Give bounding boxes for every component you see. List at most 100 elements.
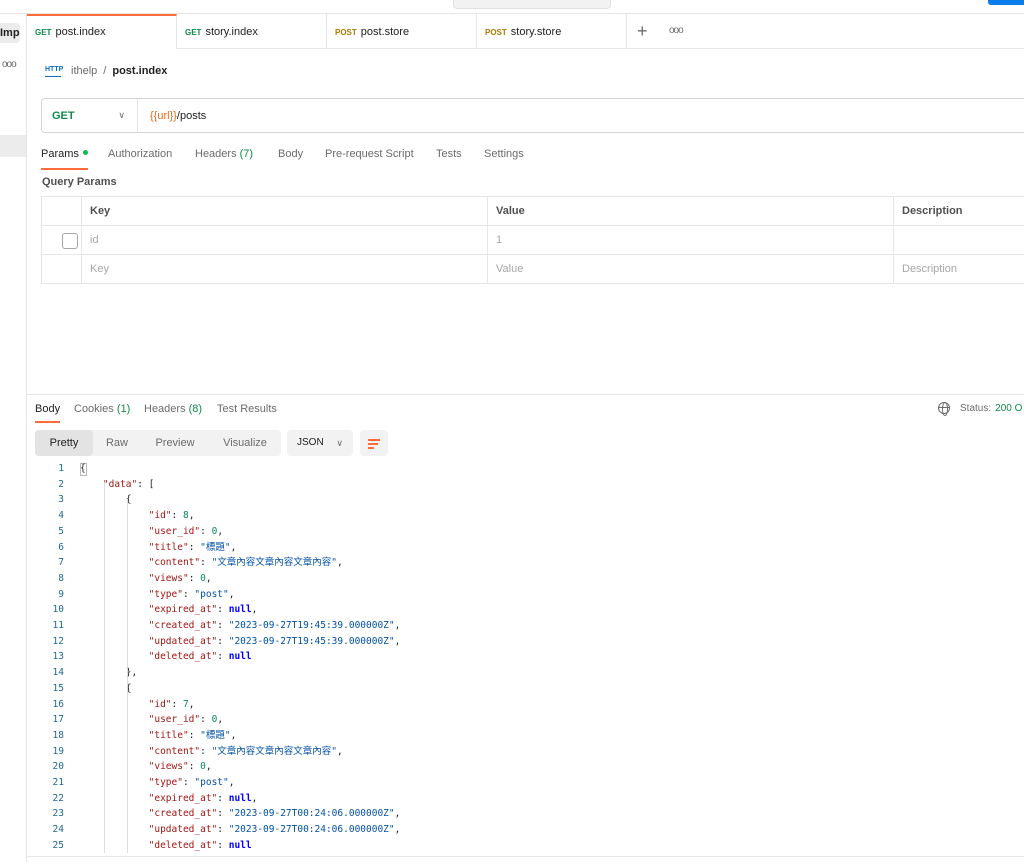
line-content: {: [80, 494, 132, 506]
global-search-input[interactable]: [453, 0, 611, 9]
code-line: 4 "id": 8,: [27, 508, 1017, 524]
line-number: 21: [52, 777, 64, 788]
tab-label: post.index: [55, 26, 106, 38]
line-content: {: [80, 463, 86, 474]
new-value-input[interactable]: Value: [488, 255, 894, 283]
sidebar-selected-item[interactable]: [0, 135, 26, 157]
line-number: 24: [52, 824, 64, 836]
code-line: 23 "created_at": "2023-09-27T00:24:06.00…: [27, 806, 1017, 822]
table-header-spacer: [42, 197, 82, 225]
line-number: 11: [52, 620, 64, 631]
new-key-input[interactable]: Key: [82, 255, 488, 283]
line-number: 14: [52, 667, 64, 679]
response-tab-body[interactable]: Body: [35, 401, 61, 423]
tab-headers[interactable]: Headers (7): [195, 146, 253, 162]
import-button[interactable]: Import: [0, 23, 20, 43]
line-number: 4: [58, 510, 64, 522]
line-number: 7: [58, 557, 64, 569]
url-input[interactable]: {{url}}/posts: [138, 110, 206, 122]
view-pretty[interactable]: Pretty: [35, 430, 93, 456]
param-description-cell[interactable]: [894, 226, 1024, 254]
tab-more-icon[interactable]: ooo: [669, 21, 684, 41]
view-raw[interactable]: Raw: [93, 430, 141, 456]
code-line: 19 "content": "文章內容文章內容文章內容",: [27, 744, 1017, 760]
line-number: 17: [52, 714, 64, 726]
new-tab-plus-icon[interactable]: +: [637, 21, 648, 41]
line-content: "id": 7,: [148, 698, 195, 710]
line-number: 15: [52, 682, 64, 694]
tab-post-index[interactable]: GET post.index: [27, 14, 177, 49]
chevron-down-icon: ∨: [118, 110, 125, 120]
line-content: "created_at": "2023-09-27T00:24:06.00000…: [148, 808, 401, 820]
response-status: Status: 200 O: [938, 402, 1022, 416]
code-line: 14 },: [27, 665, 1017, 681]
tab-method: POST: [485, 28, 507, 37]
line-number: 22: [52, 792, 64, 804]
code-line: 7 "content": "文章內容文章內容文章內容",: [27, 555, 1017, 571]
tab-authorization[interactable]: Authorization: [108, 146, 172, 162]
code-line: 15 {: [27, 681, 1017, 697]
response-tab-test-results[interactable]: Test Results: [217, 401, 277, 417]
line-content: "data": [: [102, 478, 155, 490]
param-key-cell[interactable]: id: [82, 226, 488, 254]
tab-body[interactable]: Body: [278, 146, 303, 162]
tab-settings[interactable]: Settings: [484, 146, 524, 162]
top-bar: [0, 0, 1024, 14]
url-variable: {{url}}: [150, 109, 177, 122]
line-number: 12: [52, 635, 64, 647]
response-body-code[interactable]: 1{2 "data": [3 {4 "id": 8, 5 "user_id": 0…: [27, 461, 1024, 856]
response-tab-cookies[interactable]: Cookies (1): [74, 401, 130, 417]
code-line: 11 "created_at": "2023-09-27T19:45:39.00…: [27, 618, 1017, 634]
breadcrumb-request-name[interactable]: post.index: [112, 65, 167, 77]
code-line: 5 "user_id": 0,: [27, 524, 1017, 540]
table-row-empty: Key Value Description: [42, 255, 1024, 284]
tab-post-store[interactable]: POST post.store: [327, 14, 477, 49]
query-params-title: Query Params: [42, 176, 117, 188]
row-checkbox-cell: [42, 226, 82, 254]
code-line: 1{: [27, 461, 1017, 477]
line-number: 25: [52, 839, 64, 851]
code-line: 6 "title": "標題",: [27, 540, 1017, 556]
status-value[interactable]: 200 O: [995, 403, 1022, 414]
line-number: 8: [58, 572, 64, 584]
line-content: "expired_at": null,: [148, 604, 258, 616]
upgrade-button[interactable]: [988, 0, 1024, 5]
line-content: "views": 0,: [148, 572, 212, 584]
line-number: 20: [52, 761, 64, 773]
param-value-cell[interactable]: 1: [488, 226, 894, 254]
globe-icon[interactable]: [938, 402, 950, 416]
wrap-lines-icon[interactable]: [360, 430, 388, 456]
new-description-input[interactable]: Description: [894, 255, 1024, 283]
code-line: 20 "views": 0,: [27, 759, 1017, 775]
breadcrumb-collection[interactable]: ithelp: [71, 65, 97, 77]
code-line: 17 "user_id": 0,: [27, 712, 1017, 728]
line-content: {: [80, 682, 132, 694]
tab-params[interactable]: Params: [41, 146, 88, 170]
indent-guide: [127, 498, 128, 854]
params-active-dot: [82, 150, 88, 155]
tab-story-index[interactable]: GET story.index: [177, 14, 327, 49]
line-content: "content": "文章內容文章內容文章內容",: [148, 745, 343, 757]
code-line: 24 "updated_at": "2023-09-27T00:24:06.00…: [27, 822, 1017, 838]
param-checkbox[interactable]: [62, 233, 78, 249]
code-line: 13 "deleted_at": null: [27, 649, 1017, 665]
line-number: 9: [58, 588, 64, 600]
format-select[interactable]: JSON ∨: [287, 430, 353, 456]
tab-tests[interactable]: Tests: [436, 146, 462, 162]
line-content: },: [80, 667, 138, 679]
response-divider[interactable]: [27, 394, 1024, 395]
sidebar-more-icon[interactable]: ooo: [2, 59, 17, 70]
tab-story-store[interactable]: POST story.store: [477, 14, 627, 49]
tab-prerequest-script[interactable]: Pre-request Script: [325, 146, 414, 162]
view-visualize[interactable]: Visualize: [209, 430, 281, 456]
tab-label: story.store: [510, 26, 562, 38]
query-params-table: Key Value Description id 1 Key Value Des…: [41, 196, 1024, 284]
view-preview[interactable]: Preview: [141, 430, 209, 456]
response-tab-headers[interactable]: Headers (8): [144, 401, 202, 417]
line-content: "updated_at": "2023-09-27T00:24:06.00000…: [148, 824, 401, 836]
breadcrumb: HTTP ithelp / post.index: [45, 63, 167, 79]
line-number: 18: [52, 729, 64, 741]
method-select[interactable]: GET ∨: [42, 99, 138, 132]
table-header-row: Key Value Description: [42, 197, 1024, 226]
method-label: GET: [52, 109, 75, 122]
